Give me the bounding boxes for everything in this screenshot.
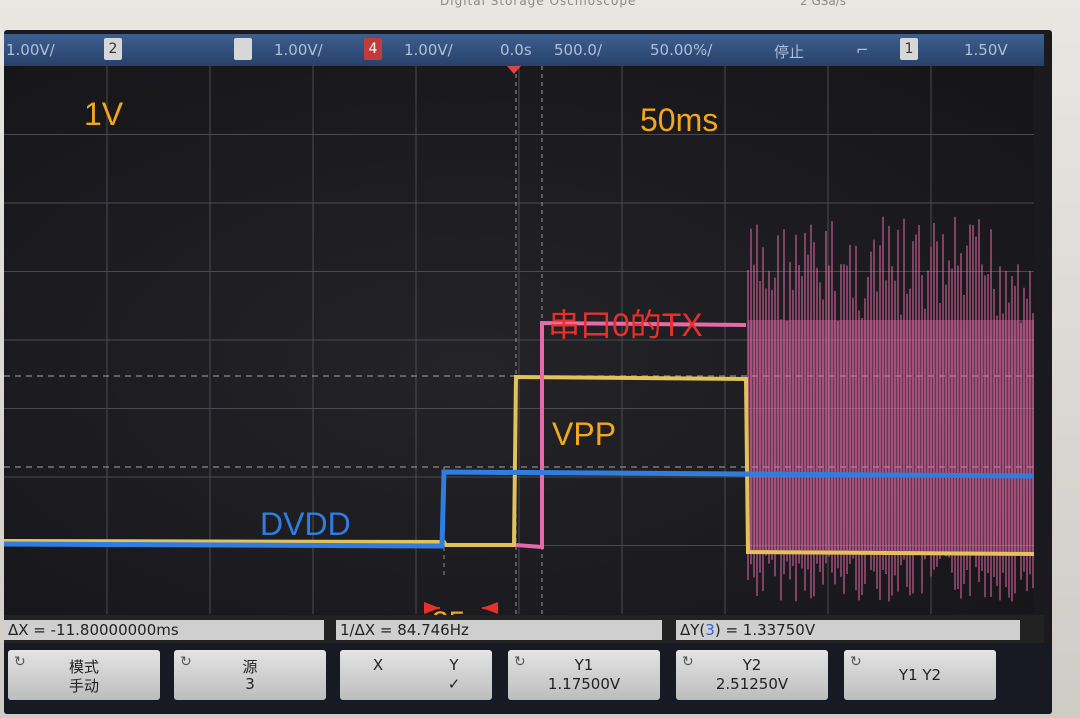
y1-label: Y1 (574, 656, 594, 674)
y1y2-softkey[interactable]: ↻ Y1 Y2 (844, 650, 996, 700)
ch3-scale: 1.00V/ (274, 41, 323, 59)
ch4-indicator[interactable]: 4 (364, 38, 382, 60)
ch3-indicator[interactable] (234, 38, 252, 60)
trigger-edge-icon: ⌐ (856, 41, 869, 59)
inv-delta-x-readout: 1/ΔX = 84.746Hz (336, 620, 662, 640)
vpp-label: VPP (552, 416, 617, 452)
delta-x-readout: ΔX = -11.80000000ms (4, 620, 324, 640)
bezel-brand-text: Digital Storage Oscilloscope (440, 0, 637, 8)
trigger-channel[interactable]: 1 (900, 38, 918, 60)
xy-softkey[interactable]: X Y ✓ (340, 650, 492, 700)
trigger-level: 1.50V (964, 41, 1008, 59)
time-offset: 0.0s (500, 41, 532, 59)
source-label: 源 (242, 658, 258, 676)
cursor-readout-bar: ΔX = -11.80000000ms 1/ΔX = 84.746Hz ΔY(3… (4, 615, 1044, 643)
tx-burst-trace (747, 216, 1034, 602)
y-option: Y (449, 656, 459, 674)
waveform-plot: 1V 50ms 串口0的TX VPP DVDD 35ms (4, 66, 1034, 639)
scope-screen: 1.00V/ 2 1.00V/ 4 1.00V/ 0.0s 500.0/ 50.… (4, 30, 1052, 714)
y1y2-label: Y1 Y2 (898, 666, 942, 684)
source-value: 3 (245, 675, 255, 693)
timebase: 500.0/ (554, 41, 602, 59)
y2-label: Y2 (742, 656, 762, 674)
source-softkey[interactable]: ↻ 源 3 (174, 650, 326, 700)
tx-label: 串口0的TX (548, 307, 703, 343)
ch4-scale: 1.00V/ (404, 41, 453, 59)
dvdd-label: DVDD (260, 506, 351, 542)
time-div-label: 50ms (640, 102, 719, 138)
tx-trace (515, 320, 747, 550)
ch2-scale: 1.00V/ (6, 41, 55, 59)
y1-value: 1.17500V (547, 675, 621, 693)
check-icon: ✓ (447, 675, 461, 693)
delta-y-prefix: ΔY( (680, 621, 706, 639)
mode-label: 模式 (68, 658, 99, 676)
delta-y-readout: ΔY(3) = 1.33750V (676, 620, 1020, 640)
status-bar: 1.00V/ 2 1.00V/ 4 1.00V/ 0.0s 500.0/ 50.… (4, 34, 1044, 66)
trigger-mode: 停止 (774, 43, 805, 61)
ch2-indicator[interactable]: 2 (104, 38, 122, 60)
volt-div-label: 1V (84, 96, 124, 132)
softkey-bar: ↻ 模式 手动 ↻ 源 3 X Y ✓ ↻ Y1 1.17500V ↻ Y2 2… (4, 644, 1052, 714)
waveform-canvas (4, 66, 1034, 614)
mode-value: 手动 (68, 677, 99, 695)
delta-y-channel: 3 (705, 621, 715, 639)
y2-value: 2.51250V (715, 675, 789, 693)
mode-softkey[interactable]: ↻ 模式 手动 (8, 650, 160, 700)
y2-softkey[interactable]: ↻ Y2 2.51250V (676, 650, 828, 700)
x-option: X (372, 656, 384, 674)
y1-softkey[interactable]: ↻ Y1 1.17500V (508, 650, 660, 700)
offset-percent: 50.00%/ (650, 41, 713, 59)
bezel-sample-rate: 2 GSa/s (800, 0, 847, 8)
delta-y-value: ) = 1.33750V (714, 621, 816, 639)
